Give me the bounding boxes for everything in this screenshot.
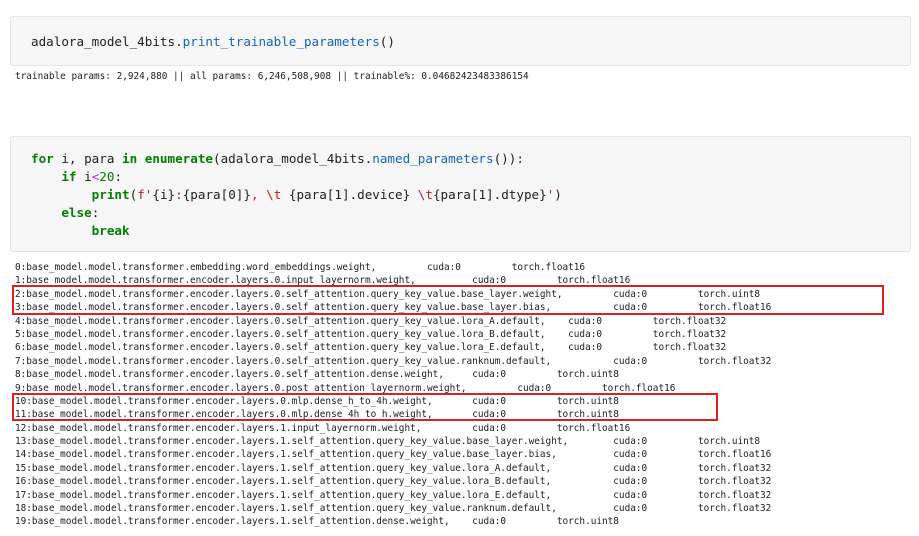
code-text: ) [554, 187, 562, 202]
keyword-if: if [61, 169, 77, 184]
output-line: 18:base_model.model.transformer.encoder.… [15, 503, 772, 515]
code-cell-print-trainable[interactable]: adalora_model_4bits.print_trainable_para… [10, 16, 911, 66]
code-text: ()): [493, 151, 524, 166]
code-fstring-expr: {para[1].dtype} [432, 187, 547, 202]
code-text: (adalora_model_4bits. [213, 151, 373, 166]
code-editor[interactable]: adalora_model_4bits.print_trainable_para… [31, 34, 395, 49]
output-line: 5:base_model.model.transformer.encoder.l… [15, 328, 727, 340]
output-line: 12:base_model.model.transformer.encoder.… [15, 422, 631, 434]
output-line: 17:base_model.model.transformer.encoder.… [15, 489, 772, 501]
highlight-box-uint8-base-layer [12, 285, 884, 315]
output-line: 14:base_model.model.transformer.encoder.… [15, 449, 772, 461]
highlight-box-uint8-mlp [12, 393, 718, 421]
code-string: , \t [250, 187, 289, 202]
output-line: 13:base_model.model.transformer.encoder.… [15, 436, 761, 448]
keyword-else: else [61, 205, 92, 220]
code-text: : [114, 169, 123, 184]
code-string: \t [410, 187, 433, 202]
code-string: f' [137, 187, 153, 202]
output-line: 6:base_model.model.transformer.encoder.l… [15, 342, 727, 354]
code-method: print_trainable_parameters [182, 34, 380, 49]
code-text: : [91, 205, 100, 220]
keyword-for: for [31, 151, 54, 166]
code-object: adalora_model_4bits [31, 34, 176, 49]
code-editor[interactable]: for i, para in enumerate(adalora_model_4… [31, 150, 562, 240]
code-text: i [76, 169, 92, 184]
output-line: 16:base_model.model.transformer.encoder.… [15, 476, 772, 488]
code-fstring-expr: {i} [152, 187, 176, 202]
output-line: 15:base_model.model.transformer.encoder.… [15, 462, 772, 474]
code-text: i, para [53, 151, 122, 166]
code-fstring-expr: {para[0]} [182, 187, 251, 202]
code-method: named_parameters [372, 151, 494, 166]
output-line: 8:base_model.model.transformer.encoder.l… [15, 369, 619, 381]
code-fstring-expr: {para[1].device} [288, 187, 411, 202]
keyword-in: in [122, 151, 138, 166]
output-line: 19:base_model.model.transformer.encoder.… [15, 516, 619, 528]
code-string: : [175, 187, 183, 202]
output-line: 4:base_model.model.transformer.encoder.l… [15, 315, 727, 327]
cell-output-trainable-params: trainable params: 2,924,880 || all param… [15, 71, 529, 82]
code-cell-named-parameters[interactable]: for i, para in enumerate(adalora_model_4… [10, 136, 911, 252]
builtin-print: print [91, 187, 130, 202]
keyword-break: break [91, 223, 130, 238]
code-dot: . [175, 34, 183, 49]
code-number: 20 [99, 169, 115, 184]
code-call: () [379, 34, 395, 49]
output-line: 0:base_model.model.transformer.embedding… [15, 262, 586, 273]
output-line: 7:base_model.model.transformer.encoder.l… [15, 355, 772, 367]
builtin-enumerate: enumerate [144, 151, 214, 166]
